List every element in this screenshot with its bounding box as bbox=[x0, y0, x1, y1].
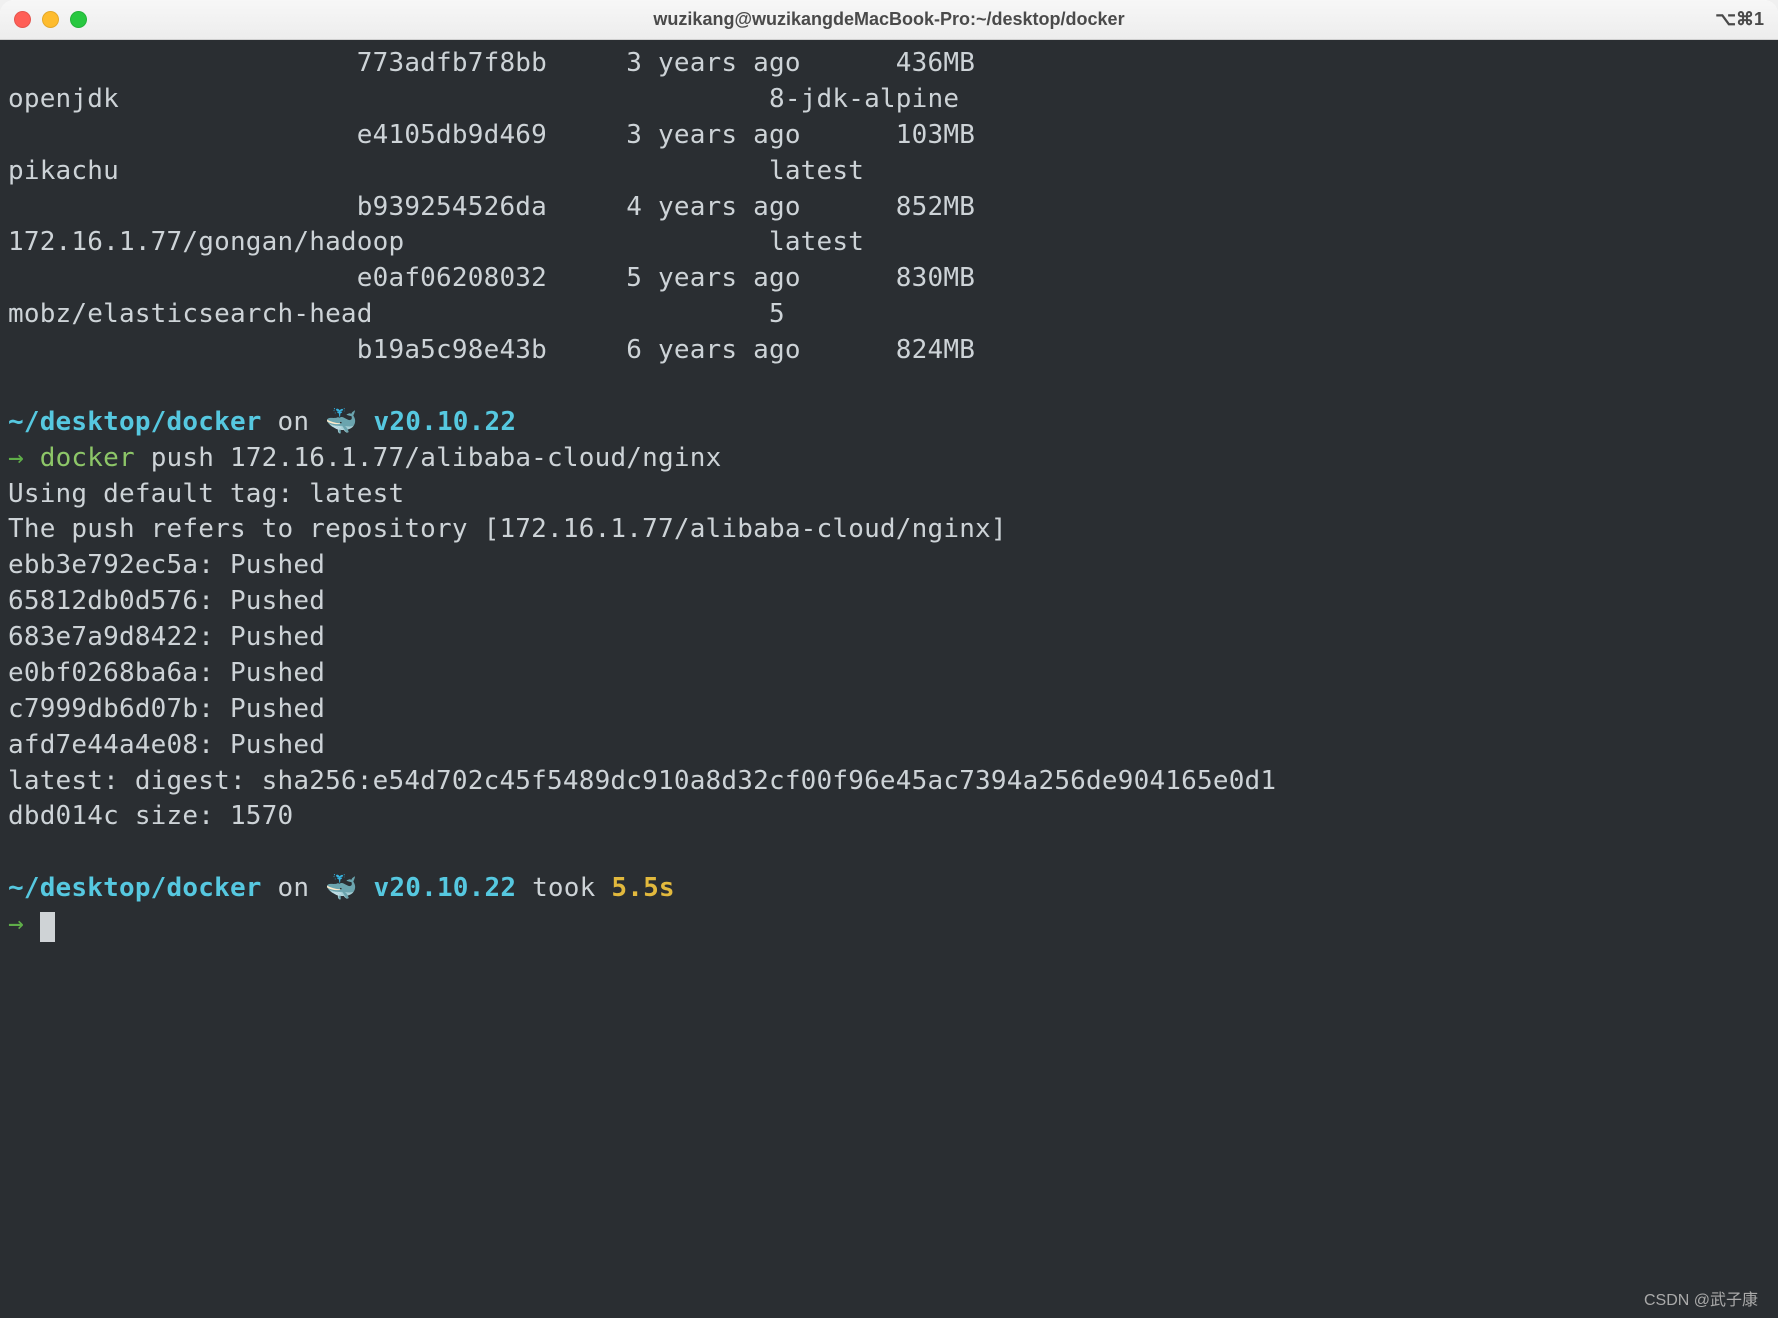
close-icon[interactable] bbox=[14, 11, 31, 28]
push-layer-line: afd7e44a4e08: Pushed bbox=[8, 730, 325, 760]
push-layer-line: 683e7a9d8422: Pushed bbox=[8, 622, 325, 652]
whale-icon: 🐳 bbox=[325, 407, 358, 437]
traffic-lights bbox=[14, 11, 87, 28]
command-args: push 172.16.1.77/alibaba-cloud/nginx bbox=[151, 443, 722, 473]
duration: 5.5s bbox=[611, 873, 674, 903]
prompt-arrow-icon: → bbox=[8, 909, 24, 939]
maximize-icon[interactable] bbox=[70, 11, 87, 28]
prompt-took: took bbox=[532, 873, 595, 903]
push-layer-line: ebb3e792ec5a: Pushed bbox=[8, 550, 325, 580]
keyboard-shortcut-label: ⌥⌘1 bbox=[1715, 9, 1764, 30]
output-line: The push refers to repository [172.16.1.… bbox=[8, 514, 1007, 544]
prompt-path: ~/desktop/docker bbox=[8, 407, 262, 437]
minimize-icon[interactable] bbox=[42, 11, 59, 28]
digest-line: dbd014c size: 1570 bbox=[8, 801, 293, 831]
terminal-window: wuzikang@wuzikangdeMacBook-Pro:~/desktop… bbox=[0, 0, 1778, 1318]
output-line: Using default tag: latest bbox=[8, 479, 404, 509]
prompt-on: on bbox=[278, 873, 310, 903]
docker-version: v20.10.22 bbox=[374, 407, 517, 437]
digest-line: latest: digest: sha256:e54d702c45f5489dc… bbox=[8, 766, 1276, 796]
cursor bbox=[40, 912, 55, 942]
prompt-path: ~/desktop/docker bbox=[8, 873, 262, 903]
whale-icon: 🐳 bbox=[325, 873, 358, 903]
terminal-content[interactable]: 773adfb7f8bb 3 years ago 436MB openjdk 8… bbox=[0, 40, 1778, 1318]
window-title: wuzikang@wuzikangdeMacBook-Pro:~/desktop… bbox=[653, 9, 1124, 30]
prompt-on: on bbox=[278, 407, 310, 437]
push-layer-line: c7999db6d07b: Pushed bbox=[8, 694, 325, 724]
push-layer-line: e0bf0268ba6a: Pushed bbox=[8, 658, 325, 688]
command-name: docker bbox=[40, 443, 135, 473]
prompt-arrow-icon: → bbox=[8, 443, 24, 473]
docker-version: v20.10.22 bbox=[374, 873, 517, 903]
push-layer-line: 65812db0d576: Pushed bbox=[8, 586, 325, 616]
titlebar: wuzikang@wuzikangdeMacBook-Pro:~/desktop… bbox=[0, 0, 1778, 40]
watermark: CSDN @武子康 bbox=[1644, 1286, 1758, 1310]
